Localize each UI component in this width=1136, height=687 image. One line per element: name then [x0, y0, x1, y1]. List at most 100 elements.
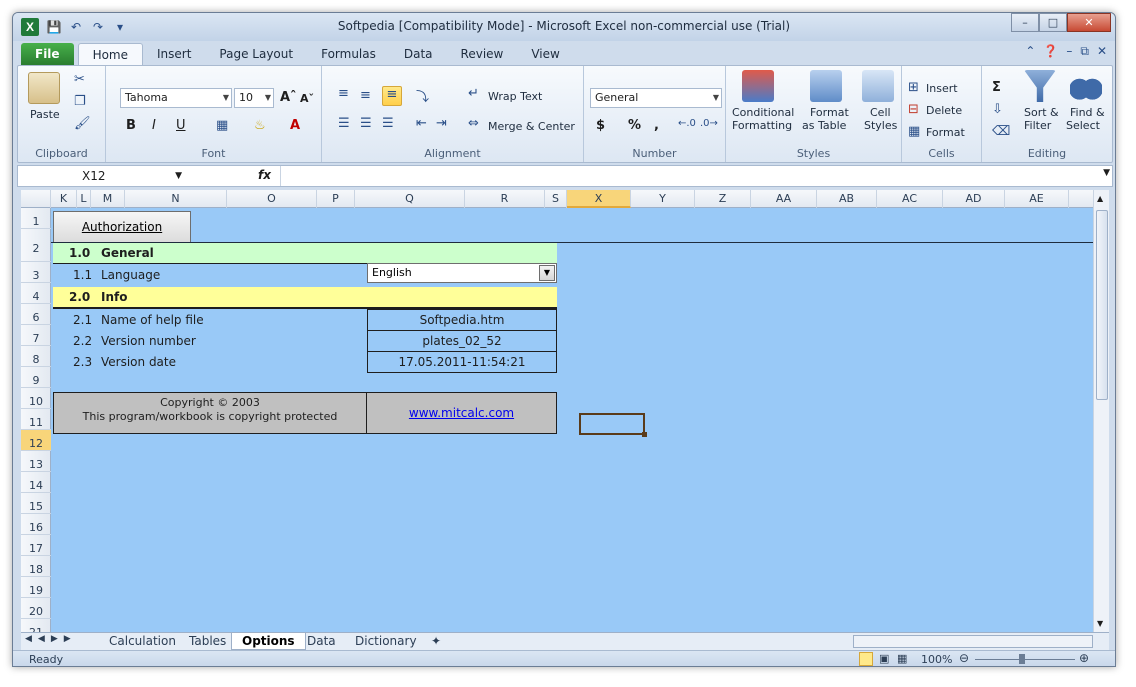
font-name-combo[interactable]: Tahoma ▼ [120, 88, 232, 108]
column-header-k[interactable]: K [51, 190, 77, 208]
select-all-corner[interactable] [21, 190, 51, 208]
row-header-20[interactable]: 20 [21, 598, 51, 619]
find-select-button[interactable]: Find & [1070, 106, 1105, 119]
worksheet-grid[interactable]: Authorization 1.0 General 1.1 Language E… [51, 208, 1093, 632]
column-header-x[interactable]: X [567, 190, 631, 208]
tab-data[interactable]: Data [390, 43, 447, 65]
sheet-nav-arrows-icon[interactable]: ◀◀▶▶ [25, 634, 77, 644]
expand-formula-bar-icon[interactable]: ▼ [1103, 168, 1110, 178]
align-bottom-icon[interactable]: ≡ [382, 86, 402, 106]
sheet-tab-tables[interactable]: Tables [179, 633, 236, 650]
column-header-aa[interactable]: AA [751, 190, 817, 208]
find-select-icon[interactable] [1070, 70, 1102, 102]
workbook-restore-icon[interactable]: ⧉ [1080, 44, 1089, 59]
wrap-text-button[interactable]: Wrap Text [488, 90, 542, 103]
insert-cells-icon[interactable]: ⊞ [908, 80, 919, 95]
help-file-value-cell[interactable]: Softpedia.htm [367, 309, 557, 331]
shrink-font-icon[interactable]: Aˇ [300, 92, 314, 105]
wrap-text-icon[interactable]: ↵ [468, 86, 479, 101]
format-cells-icon[interactable]: ▦ [908, 124, 920, 139]
delete-cells-button[interactable]: Delete [926, 104, 962, 117]
vertical-scrollbar[interactable]: ▲ ▼ [1093, 190, 1109, 632]
percent-style-icon[interactable]: % [628, 118, 641, 133]
comma-style-icon[interactable]: , [654, 118, 659, 133]
sheet-tab-calculation[interactable]: Calculation [99, 633, 186, 650]
row-header-4[interactable]: 4 [21, 283, 51, 304]
column-header-s[interactable]: S [545, 190, 567, 208]
sort-filter-button[interactable]: Sort & [1024, 106, 1059, 119]
website-link[interactable]: www.mitcalc.com [367, 403, 556, 423]
format-as-table-icon[interactable] [810, 70, 842, 102]
tab-home[interactable]: Home [77, 43, 143, 65]
column-header-y[interactable]: Y [631, 190, 695, 208]
column-header-ab[interactable]: AB [817, 190, 877, 208]
column-header-o[interactable]: O [227, 190, 317, 208]
scroll-down-icon[interactable]: ▼ [1097, 619, 1103, 628]
decrease-indent-icon[interactable]: ⇤ [416, 116, 427, 131]
zoom-slider[interactable] [975, 659, 1075, 660]
align-left-icon[interactable]: ☰ [338, 116, 350, 131]
close-button[interactable]: ✕ [1067, 13, 1111, 32]
sheet-tab-dictionary[interactable]: Dictionary [345, 633, 427, 650]
page-break-preview-icon[interactable]: ▦ [897, 652, 907, 665]
row-header-10[interactable]: 10 [21, 388, 51, 409]
column-header-z[interactable]: Z [695, 190, 751, 208]
cell-styles-icon[interactable] [862, 70, 894, 102]
row-header-13[interactable]: 13 [21, 451, 51, 472]
accounting-format-icon[interactable]: $ [596, 118, 605, 133]
row-header-15[interactable]: 15 [21, 493, 51, 514]
chevron-down-icon[interactable]: ▼ [539, 265, 555, 281]
align-top-icon[interactable]: ≡ [338, 86, 349, 101]
zoom-in-icon[interactable]: ⊕ [1079, 651, 1089, 665]
insert-worksheet-icon[interactable]: ✦ [421, 633, 451, 650]
merge-center-icon[interactable]: ⇔ [468, 116, 479, 131]
column-header-ad[interactable]: AD [943, 190, 1005, 208]
language-select[interactable]: English ▼ [367, 263, 557, 283]
sheet-tab-data[interactable]: Data [297, 633, 346, 650]
row-header-9[interactable]: 9 [21, 367, 51, 388]
autosum-icon[interactable]: Σ [992, 80, 1001, 95]
scroll-up-icon[interactable]: ▲ [1097, 194, 1103, 203]
clear-icon[interactable]: ⌫ [992, 124, 1010, 139]
row-header-18[interactable]: 18 [21, 556, 51, 577]
tab-review[interactable]: Review [447, 43, 518, 65]
underline-icon[interactable]: U [176, 118, 186, 133]
insert-function-icon[interactable]: fx [258, 168, 271, 182]
name-box[interactable]: X12 ▼ [22, 167, 182, 185]
conditional-formatting-button[interactable]: Conditional [732, 106, 794, 119]
help-icon[interactable]: ❓ [1043, 44, 1058, 59]
column-header-r[interactable]: R [465, 190, 545, 208]
column-header-q[interactable]: Q [355, 190, 465, 208]
row-header-1[interactable]: 1 [21, 208, 51, 229]
column-header-p[interactable]: P [317, 190, 355, 208]
minimize-button[interactable]: – [1011, 13, 1039, 32]
row-header-8[interactable]: 8 [21, 346, 51, 367]
tab-page-layout[interactable]: Page Layout [205, 43, 307, 65]
row-header-2[interactable]: 2 [21, 229, 51, 262]
row-header-17[interactable]: 17 [21, 535, 51, 556]
conditional-formatting-icon[interactable] [742, 70, 774, 102]
row-header-11[interactable]: 11 [21, 409, 51, 430]
active-cell-x12[interactable] [579, 413, 647, 437]
merge-center-button[interactable]: Merge & Center [488, 120, 575, 133]
formula-input[interactable] [284, 167, 1090, 185]
format-painter-icon[interactable]: 🖌 [74, 116, 91, 131]
row-header-16[interactable]: 16 [21, 514, 51, 535]
delete-cells-icon[interactable]: ⊟ [908, 102, 919, 117]
workbook-minimize-icon[interactable]: – [1066, 44, 1072, 59]
column-header-ac[interactable]: AC [877, 190, 943, 208]
column-header-n[interactable]: N [125, 190, 227, 208]
bold-icon[interactable]: B [126, 118, 136, 133]
fill-icon[interactable]: ⇩ [992, 102, 1003, 117]
zoom-level[interactable]: 100% [921, 653, 952, 666]
increase-decimal-icon[interactable]: ←.0 [678, 118, 696, 129]
workbook-close-icon[interactable]: ✕ [1097, 44, 1107, 59]
sheet-tab-options[interactable]: Options [231, 633, 306, 650]
align-middle-icon[interactable]: ≡ [360, 88, 371, 103]
cut-icon[interactable]: ✂ [74, 72, 85, 87]
format-cells-button[interactable]: Format [926, 126, 965, 139]
tab-file[interactable]: File [21, 43, 74, 65]
authorization-button[interactable]: Authorization [53, 211, 191, 243]
align-center-icon[interactable]: ☰ [360, 116, 372, 131]
tab-insert[interactable]: Insert [143, 43, 205, 65]
